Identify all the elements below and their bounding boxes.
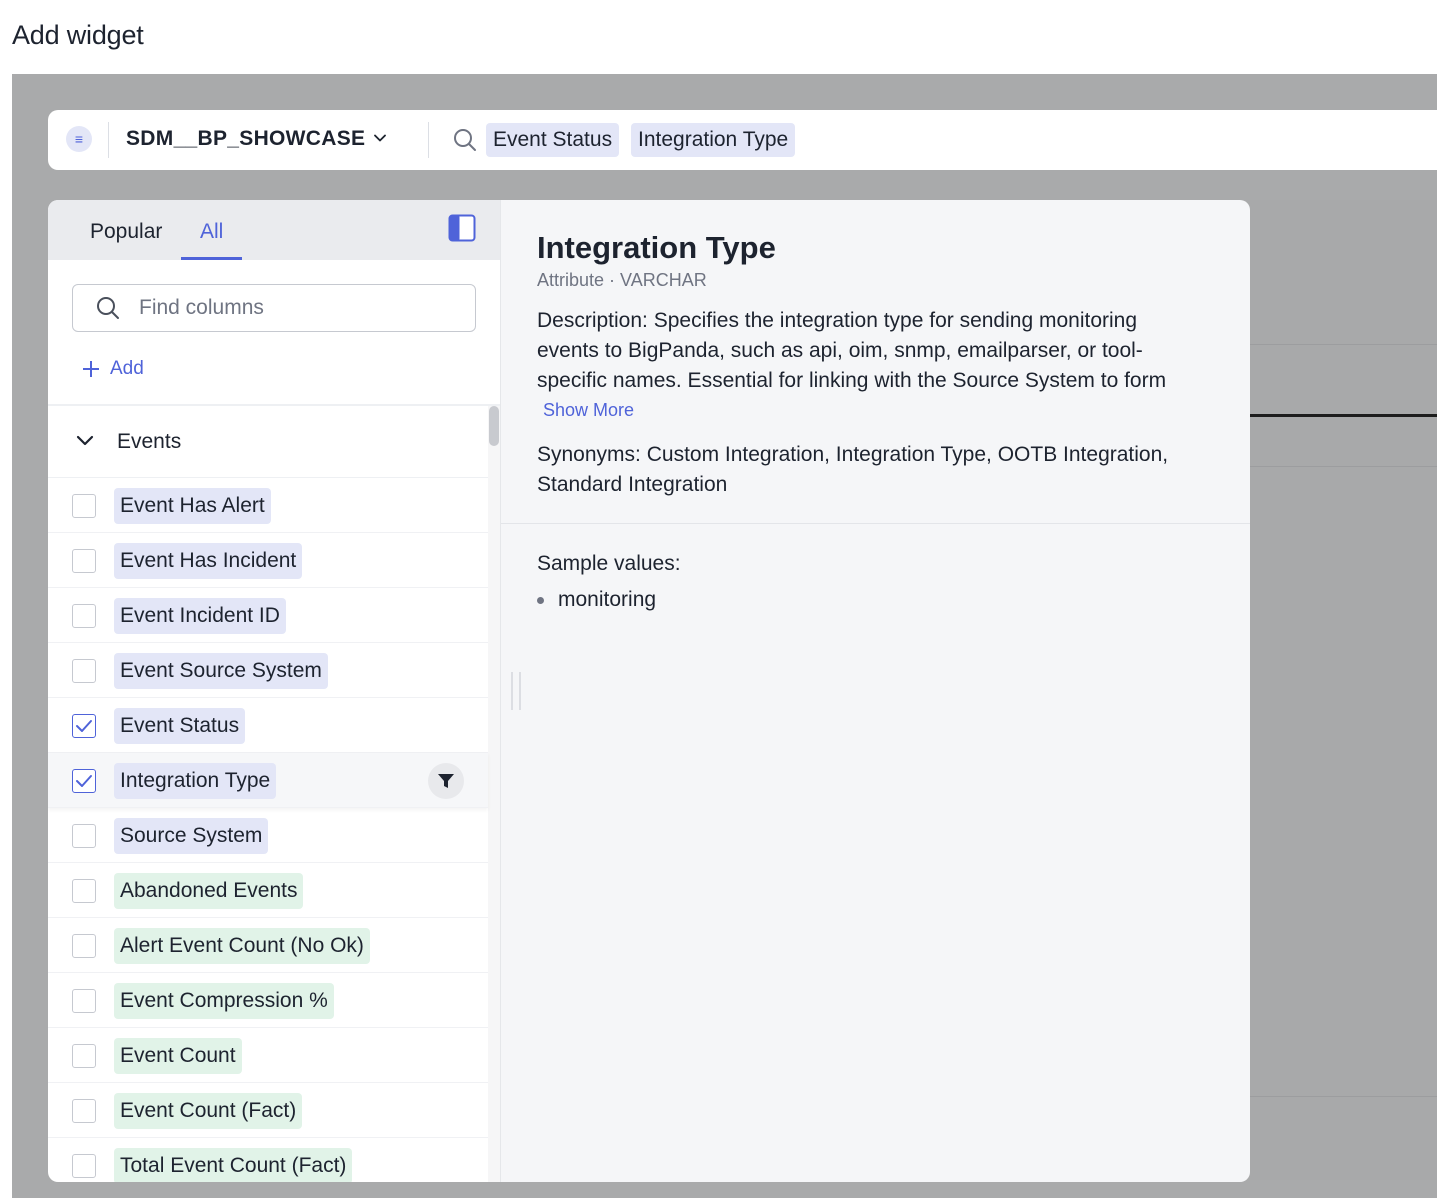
column-checkbox[interactable] [72, 1044, 96, 1068]
search-icon [97, 297, 119, 319]
column-row[interactable]: Event Has Alert [48, 478, 488, 533]
sample-value-item: monitoring [537, 588, 656, 612]
add-column-button[interactable]: Add [82, 356, 144, 382]
column-row[interactable]: Event Has Incident [48, 533, 488, 588]
column-checkbox[interactable] [72, 549, 96, 573]
chevron-down-icon[interactable] [372, 130, 388, 146]
column-row[interactable]: Source System [48, 808, 488, 863]
column-chip[interactable]: Alert Event Count (No Ok) [114, 928, 370, 964]
filter-button[interactable] [428, 763, 464, 799]
description-label: Description: [537, 309, 648, 332]
divider [428, 122, 429, 158]
filter-icon [438, 774, 454, 788]
detail-synonyms: Synonyms: Custom Integration, Integratio… [537, 440, 1217, 500]
column-checkbox[interactable] [72, 659, 96, 683]
column-checkbox[interactable] [72, 714, 96, 738]
column-chip[interactable]: Event Status [114, 708, 246, 744]
column-row[interactable]: Total Event Count (Fact) [48, 1138, 488, 1182]
column-row[interactable]: Abandoned Events [48, 863, 488, 918]
divider [1250, 1096, 1437, 1097]
column-checkbox[interactable] [72, 934, 96, 958]
column-chip[interactable]: Event Count (Fact) [114, 1093, 303, 1129]
divider [1250, 466, 1437, 467]
column-chip[interactable]: Abandoned Events [114, 873, 304, 909]
divider [1250, 414, 1437, 417]
group-header-events[interactable]: Events [48, 406, 488, 478]
panel-toggle-icon[interactable] [448, 214, 476, 242]
detail-subtitle: Attribute · VARCHAR [537, 270, 707, 290]
background-panel [1250, 200, 1437, 1180]
column-chip[interactable]: Event Has Incident [114, 543, 303, 579]
widget-editor-backdrop: ≡ SDM__BP_SHOWCASE Event Status Integrat… [12, 74, 1437, 1198]
search-token-integration-type[interactable]: Integration Type [631, 123, 796, 157]
synonyms-label: Synonyms: [537, 443, 641, 466]
datasource-selector[interactable]: SDM__BP_SHOWCASE [126, 127, 365, 151]
show-more-link[interactable]: Show More [543, 400, 634, 421]
column-checkbox[interactable] [72, 824, 96, 848]
divider [108, 122, 109, 158]
column-chip[interactable]: Event Has Alert [114, 488, 271, 524]
column-chip[interactable]: Integration Type [114, 763, 277, 799]
column-row[interactable]: Event Count (Fact) [48, 1083, 488, 1138]
column-chip[interactable]: Event Incident ID [114, 598, 286, 634]
column-row[interactable]: Event Compression % [48, 973, 488, 1028]
group-label: Events [117, 430, 182, 453]
scrollbar-track[interactable] [488, 406, 500, 1182]
checkmark-icon [76, 720, 92, 732]
column-row[interactable]: Event Count [48, 1028, 488, 1083]
column-row[interactable]: Integration Type [48, 753, 488, 808]
column-panel: Popular All Add Events Event Has AlertEv… [48, 200, 500, 1182]
bullet-icon [537, 596, 544, 604]
column-chip[interactable]: Total Event Count (Fact) [114, 1148, 353, 1182]
column-checkbox[interactable] [72, 769, 96, 793]
sample-value: monitoring [558, 588, 657, 611]
column-checkbox[interactable] [72, 879, 96, 903]
resize-handle[interactable] [511, 672, 521, 710]
search-token-event-status[interactable]: Event Status [486, 123, 620, 157]
column-chip[interactable]: Event Count [114, 1038, 242, 1074]
column-row[interactable]: Event Status [48, 698, 488, 753]
active-tab-indicator [181, 257, 242, 260]
datasource-icon[interactable]: ≡ [66, 126, 92, 152]
divider [501, 523, 1250, 524]
column-checkbox[interactable] [72, 1154, 96, 1178]
column-chip[interactable]: Event Source System [114, 653, 328, 689]
plus-icon [83, 361, 99, 377]
column-list: Event Has Alert Event Has Incident Event I… [48, 478, 488, 1182]
detail-description: Description: Specifies the integration t… [537, 306, 1197, 396]
search-icon [454, 129, 476, 151]
column-row[interactable]: Event Source System [48, 643, 488, 698]
column-chip[interactable]: Source System [114, 818, 269, 854]
column-checkbox[interactable] [72, 494, 96, 518]
find-columns-field[interactable] [72, 284, 476, 332]
column-detail-panel: Integration Type Attribute · VARCHAR Des… [500, 200, 1250, 1182]
column-checkbox[interactable] [72, 604, 96, 628]
checkmark-icon [76, 775, 92, 787]
column-checkbox[interactable] [72, 1099, 96, 1123]
search-bar: ≡ SDM__BP_SHOWCASE Event Status Integrat… [48, 110, 1437, 170]
page-title: Add widget [12, 20, 144, 50]
add-column-label: Add [110, 358, 144, 379]
column-checkbox[interactable] [72, 989, 96, 1013]
divider [1250, 344, 1437, 345]
scrollbar-thumb[interactable] [489, 406, 499, 446]
detail-title: Integration Type [537, 230, 776, 265]
tab-popular[interactable]: Popular [90, 220, 162, 244]
find-columns-input[interactable] [139, 295, 459, 321]
chevron-down-icon [76, 435, 94, 446]
tab-all[interactable]: All [200, 220, 223, 244]
column-row[interactable]: Alert Event Count (No Ok) [48, 918, 488, 973]
column-tabs: Popular All [48, 200, 500, 260]
sample-values-label: Sample values: [537, 552, 681, 575]
column-row[interactable]: Event Incident ID [48, 588, 488, 643]
column-chip[interactable]: Event Compression % [114, 983, 334, 1019]
